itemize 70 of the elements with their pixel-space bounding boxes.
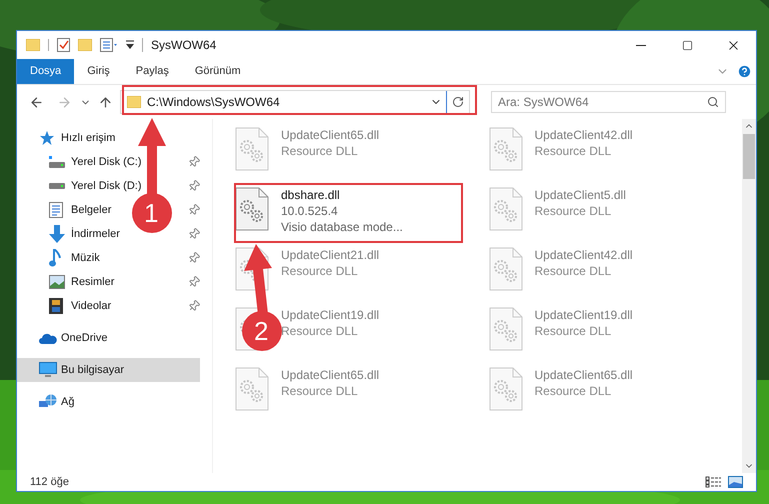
download-arrow-icon [49,225,65,243]
file-detail: Resource DLL [534,203,612,219]
star-icon [39,130,55,146]
step-number: 1 [144,198,158,228]
ribbon-tab[interactable]: Giriş [74,59,123,84]
file-detail: Resource DLL [281,143,359,159]
file-detail: Resource DLL [534,143,612,159]
step-number: 2 [254,316,268,346]
file-detail: Resource DLL [281,323,359,339]
search-field[interactable]: Ara: SysWOW64 [491,91,726,113]
item-count: 112 öğe [30,474,69,490]
ribbon-tab[interactable]: Paylaş [122,59,182,84]
file-name: UpdateClient42.dll [534,127,633,143]
file-name: dbshare.dll [281,187,341,203]
file-detail: Resource DLL [534,323,612,339]
ribbon-tab[interactable]: Dosya [17,59,74,84]
document-icon [49,202,63,218]
scrollbar[interactable] [742,119,756,473]
window-title: SysWOW64 [151,37,216,54]
sidebar-item[interactable]: Hızlı erişim [17,126,120,150]
sidebar-item[interactable]: Yerel Disk (D:) [17,174,146,198]
drive-icon [49,182,65,190]
picture-icon [49,275,65,289]
sidebar-item[interactable]: Ağ [17,390,78,414]
file-name: UpdateClient19.dll [534,307,633,323]
address-field[interactable]: C:\Windows\SysWOW64 [120,90,470,114]
sidebar-item[interactable]: Yerel Disk (C:) [17,150,146,174]
network-globe-icon [39,394,57,410]
large-icons-view-icon[interactable] [728,476,743,488]
file-name: UpdateClient65.dll [281,367,380,383]
folder-icon [26,39,40,51]
file-detail: Resource DLL [281,383,359,399]
music-note-icon [49,249,61,267]
scroll-thumb[interactable] [743,134,755,179]
file-name: UpdateClient5.dll [534,187,626,203]
refresh-icon[interactable] [452,96,464,108]
drive-icon [49,155,65,169]
search-icon [707,96,719,108]
cloud-icon [39,332,57,344]
file-detail: Resource DLL [281,263,359,279]
file-name: UpdateClient65.dll [281,127,380,143]
details-view-icon[interactable] [705,476,721,488]
sidebar-item[interactable]: İndirmeler [17,222,124,246]
sidebar-item[interactable]: Belgeler [17,198,116,222]
properties-icon [100,38,120,52]
file-name: UpdateClient42.dll [534,247,633,263]
folder-icon [78,39,92,51]
sidebar-item[interactable]: Videolar [17,294,116,318]
file-name: UpdateClient19.dll [281,307,380,323]
file-detail: Resource DLL [534,383,612,399]
file-detail: Resource DLL [534,263,612,279]
search-input[interactable]: Ara: SysWOW64 [498,93,707,111]
help-icon[interactable] [737,64,752,79]
file-name: UpdateClient65.dll [534,367,633,383]
address-path: C:\Windows\SysWOW64 [147,94,281,111]
sidebar-item[interactable]: Müzik [17,246,104,270]
folder-icon [127,96,141,108]
film-icon [49,298,63,314]
maximize-icon [682,40,692,50]
minimize-icon [636,44,646,46]
sidebar-item[interactable]: OneDrive [17,326,112,350]
file-detail: Visio database mode... [281,219,403,235]
file-name: UpdateClient21.dll [281,247,380,263]
file-detail: 10.0.525.4 [281,203,339,219]
ribbon-tab[interactable]: Görünüm [182,59,254,84]
monitor-icon [39,362,57,378]
sidebar-item[interactable]: Resimler [17,270,118,294]
checklist-icon [57,38,70,52]
sidebar-item[interactable]: Bu bilgisayar [17,358,200,382]
dropdown-caret-icon[interactable] [126,40,134,50]
